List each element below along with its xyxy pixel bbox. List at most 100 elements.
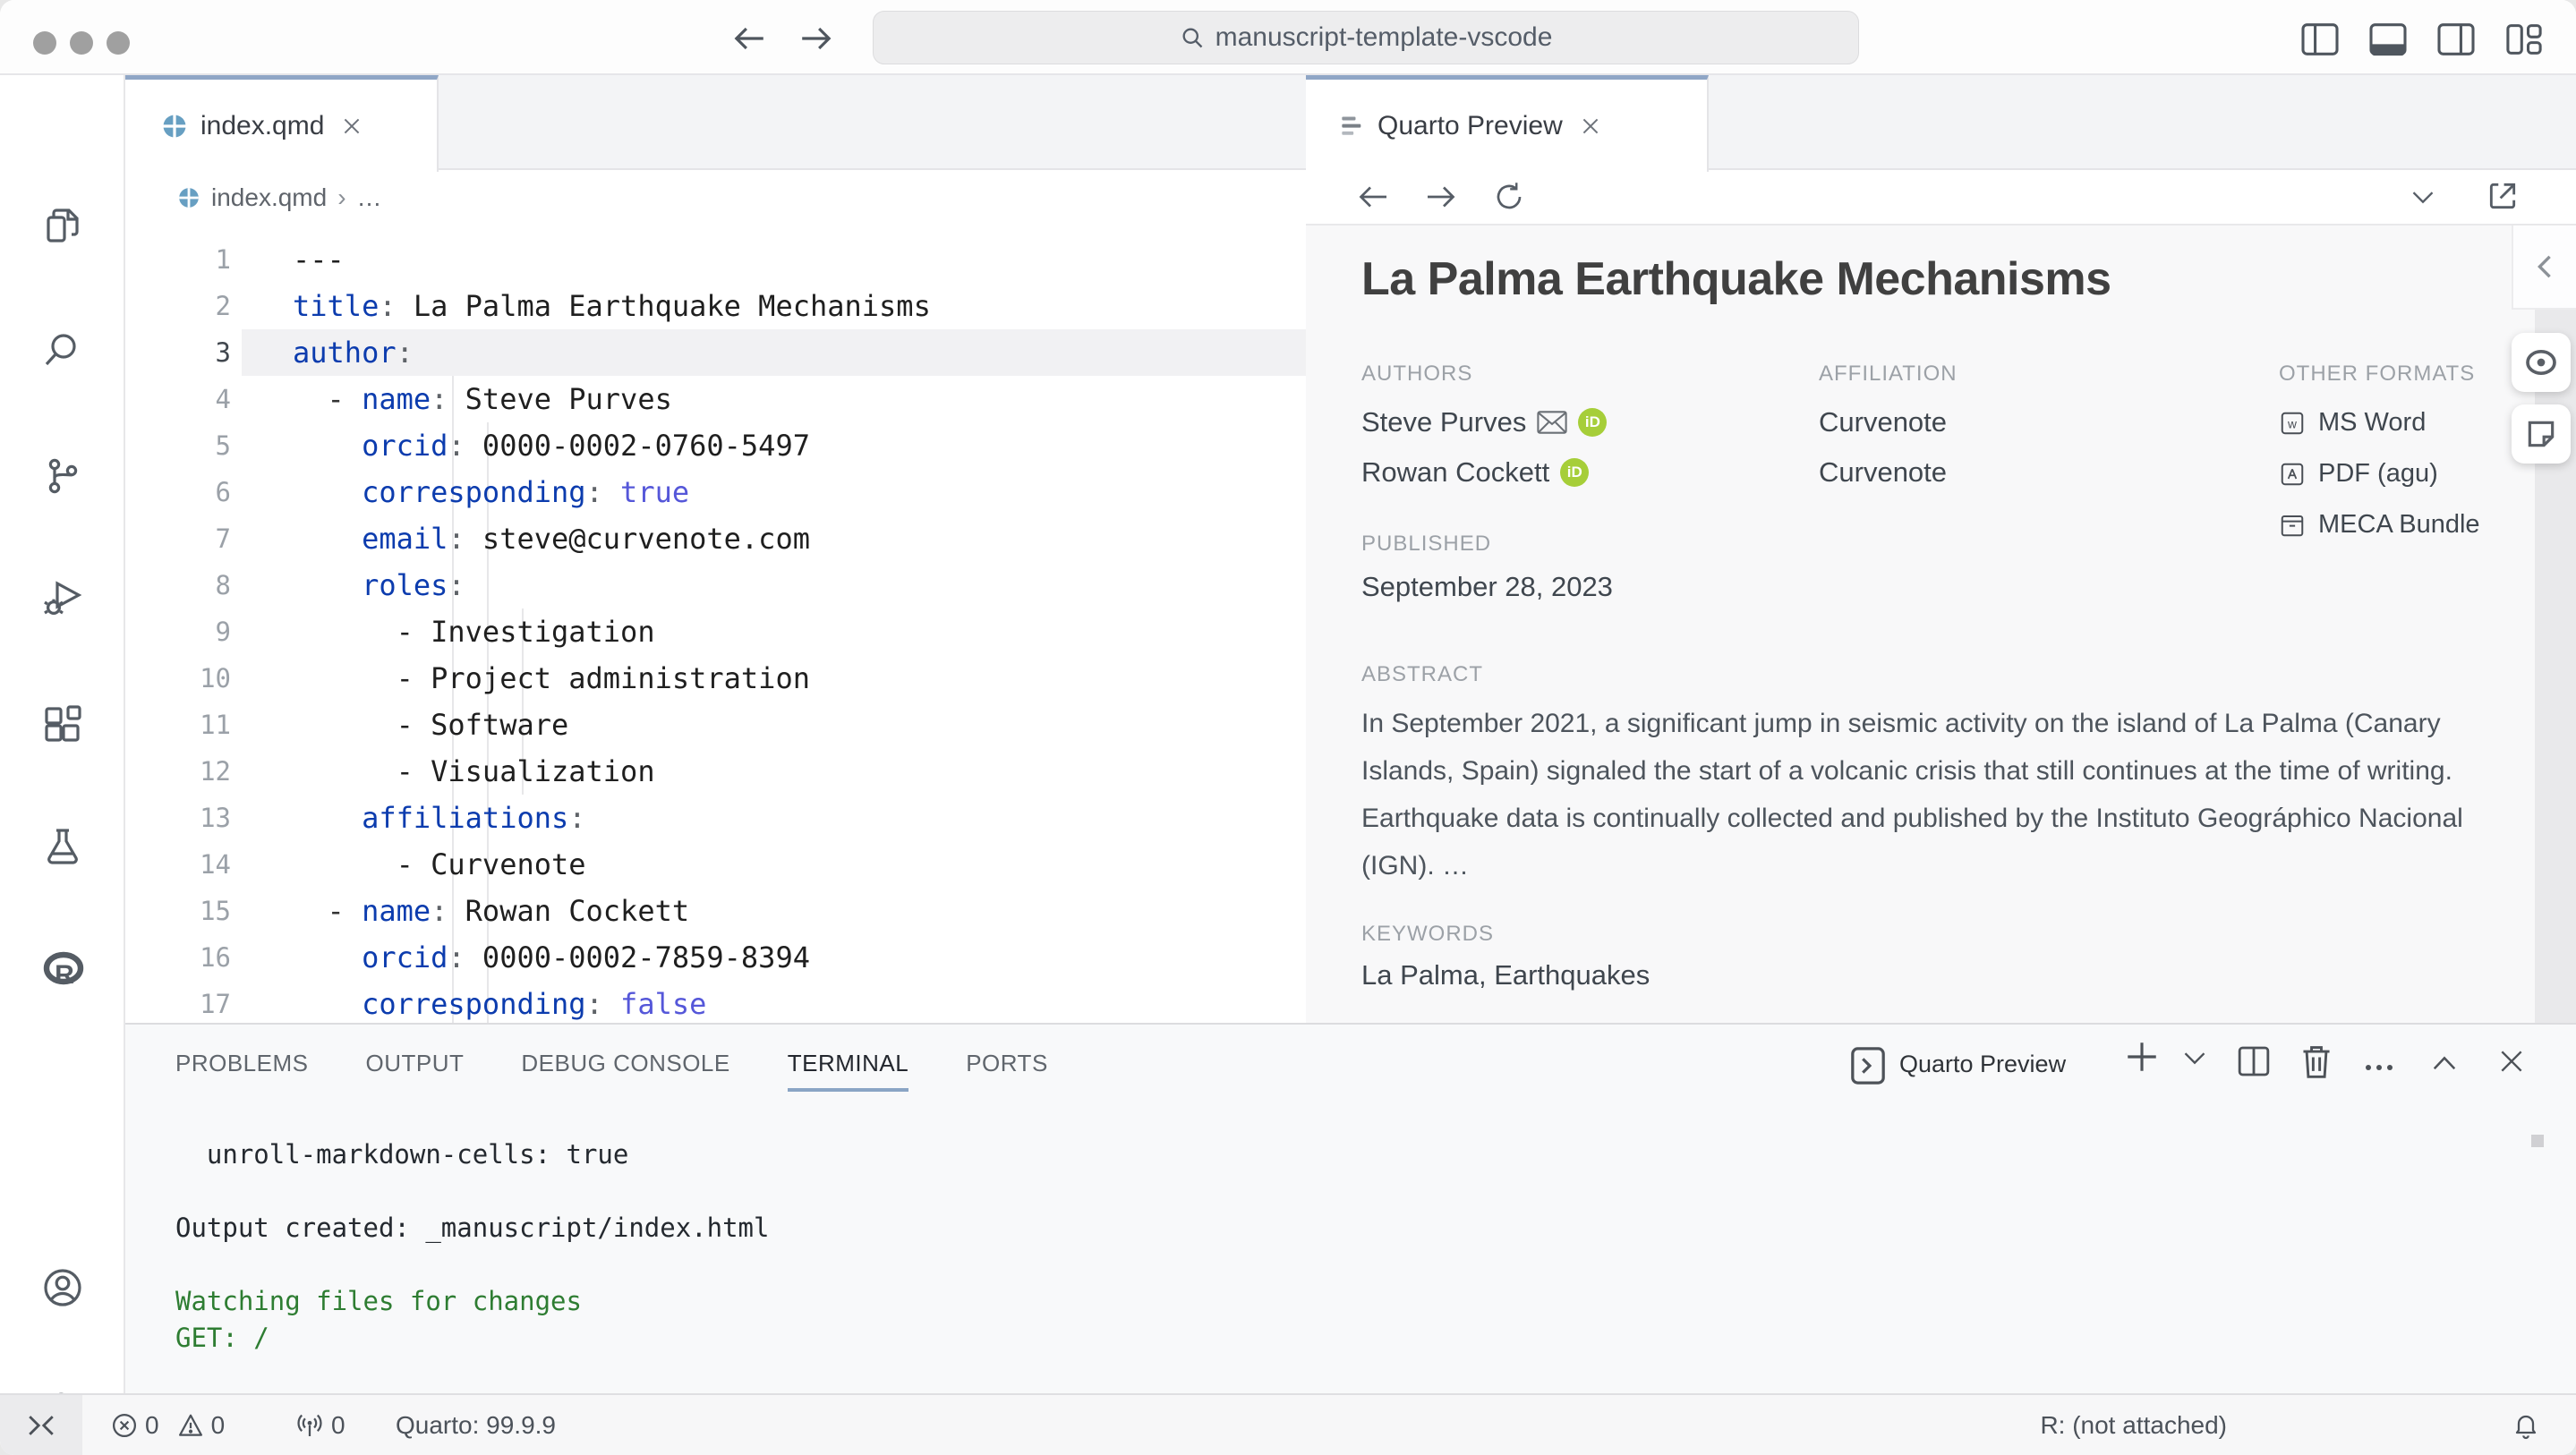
quarto-file-icon [161, 113, 188, 140]
panel-tab-debug-console[interactable]: DEBUG CONSOLE [521, 1050, 729, 1077]
open-external-icon[interactable] [2486, 179, 2520, 213]
format-link[interactable]: PDF (agu) [2279, 448, 2480, 499]
affiliation-label: AFFILIATION [1819, 362, 1958, 387]
code-line[interactable]: 4 - name: Steve Purves [125, 376, 1306, 422]
published-label: PUBLISHED [1361, 532, 1491, 557]
code-line[interactable]: 14 - Curvenote [125, 841, 1306, 888]
code-line[interactable]: 16 orcid: 0000-0002-7859-8394 [125, 934, 1306, 981]
close-icon[interactable] [1579, 115, 1602, 138]
r-status[interactable]: R: (not attached) [2040, 1395, 2227, 1455]
close-icon[interactable] [340, 115, 363, 138]
orcid-icon[interactable]: iD [1578, 408, 1607, 437]
code-line[interactable]: 2title: La Palma Earthquake Mechanisms [125, 283, 1306, 329]
r-lang-icon[interactable]: R [41, 949, 86, 991]
meca-icon [2279, 512, 2306, 539]
search-label: manuscript-template-vscode [1215, 22, 1553, 53]
testing-icon[interactable] [41, 826, 84, 869]
highlight-tool-button[interactable] [2512, 333, 2571, 392]
history-back-icon[interactable] [732, 25, 766, 52]
breadcrumb-more[interactable]: … [357, 183, 382, 212]
extensions-icon[interactable] [41, 702, 84, 745]
code-line[interactable]: 12 - Visualization [125, 748, 1306, 795]
code-line[interactable]: 10 - Project administration [125, 655, 1306, 702]
code-line[interactable]: 8 roles: [125, 562, 1306, 608]
line-number: 9 [125, 617, 231, 647]
terminal-dropdown-chevron-icon[interactable] [2182, 1051, 2207, 1067]
new-terminal-icon[interactable] [2123, 1038, 2161, 1076]
code-line[interactable]: 17 corresponding: false [125, 981, 1306, 1023]
line-number: 12 [125, 756, 231, 787]
code-line[interactable]: 9 - Investigation [125, 608, 1306, 655]
notifications-bell[interactable] [2512, 1395, 2540, 1455]
maximize-panel-chevron-icon[interactable] [2431, 1054, 2458, 1072]
breadcrumb[interactable]: index.qmd › … [125, 170, 1306, 225]
remote-indicator[interactable] [0, 1395, 82, 1455]
format-label: MS Word [2318, 408, 2426, 438]
tab-quarto-preview[interactable]: Quarto Preview [1306, 75, 1709, 172]
panel-tab-ports[interactable]: PORTS [966, 1050, 1048, 1077]
close-panel-icon[interactable] [2497, 1047, 2526, 1076]
terminal-output[interactable]: unroll-markdown-cells: trueOutput create… [175, 1136, 769, 1357]
svg-text:R: R [55, 960, 74, 990]
history-forward-icon[interactable] [799, 25, 833, 52]
bell-icon [2512, 1411, 2540, 1440]
ports-count: 0 [331, 1411, 345, 1440]
code-line[interactable]: 6 corresponding: true [125, 469, 1306, 515]
quarto-preview-document: La Palma Earthquake Mechanisms AUTHORS A… [1306, 225, 2576, 1023]
window-minimize-button[interactable] [70, 31, 93, 55]
panel-tab-output[interactable]: OUTPUT [366, 1050, 465, 1077]
ports-status[interactable]: 0 [295, 1395, 345, 1455]
reload-icon[interactable] [1493, 181, 1525, 213]
code-line[interactable]: 1--- [125, 236, 1306, 283]
keywords-label: KEYWORDS [1361, 922, 1494, 947]
search-icon[interactable] [41, 329, 84, 372]
other-formats-list: wMS WordPDF (agu)MECA Bundle [2279, 397, 2480, 550]
title-bar: manuscript-template-vscode [0, 0, 2576, 75]
format-link[interactable]: wMS Word [2279, 397, 2480, 448]
warning-count: 0 [211, 1411, 226, 1440]
format-link[interactable]: MECA Bundle [2279, 499, 2480, 550]
code-line[interactable]: 3author: [125, 329, 1306, 376]
window-close-button[interactable] [33, 31, 56, 55]
split-terminal-icon[interactable] [2236, 1043, 2272, 1079]
breadcrumb-file[interactable]: index.qmd [211, 183, 327, 212]
terminal-instance-name[interactable]: Quarto Preview [1899, 1051, 2066, 1078]
code-line[interactable]: 11 - Software [125, 702, 1306, 748]
orcid-icon[interactable]: iD [1560, 458, 1589, 487]
toggle-primary-sidebar-icon[interactable] [2300, 22, 2340, 56]
affiliations-list: CurvenoteCurvenote [1819, 397, 1947, 498]
formats-label: OTHER FORMATS [2279, 362, 2475, 387]
run-debug-icon[interactable] [41, 576, 84, 619]
panel-tab-terminal[interactable]: TERMINAL [788, 1050, 908, 1077]
quarto-version-status[interactable]: Quarto: 99.9.9 [396, 1395, 556, 1455]
chevron-left-icon[interactable] [2534, 254, 2555, 279]
back-icon[interactable] [1357, 183, 1389, 211]
forward-icon[interactable] [1425, 183, 1457, 211]
files-icon[interactable] [41, 205, 84, 248]
panel-more-actions-icon[interactable] [2363, 1061, 2395, 1074]
annotation-tool-button[interactable] [2512, 404, 2571, 464]
tab-label: index.qmd [200, 111, 324, 141]
code-line[interactable]: 15 - name: Rowan Cockett [125, 888, 1306, 934]
panel-tab-problems[interactable]: PROBLEMS [175, 1050, 309, 1077]
customize-layout-icon[interactable] [2504, 22, 2544, 56]
code-line[interactable]: 7 email: steve@curvenote.com [125, 515, 1306, 562]
tab-index-qmd[interactable]: index.qmd [125, 75, 439, 172]
problems-status[interactable]: 0 0 [111, 1395, 225, 1455]
source-control-icon[interactable] [41, 455, 84, 498]
toggle-secondary-sidebar-icon[interactable] [2436, 22, 2476, 56]
kill-terminal-trash-icon[interactable] [2299, 1042, 2334, 1081]
code-line[interactable]: 5 orcid: 0000-0002-0760-5497 [125, 422, 1306, 469]
code-line[interactable]: 13 affiliations: [125, 795, 1306, 841]
account-icon[interactable] [41, 1266, 84, 1309]
toc-collapse-strip[interactable] [2512, 225, 2576, 310]
chevron-down-icon[interactable] [2410, 190, 2435, 206]
code-editor[interactable]: 1---2title: La Palma Earthquake Mechanis… [125, 225, 1306, 1023]
command-center-search[interactable]: manuscript-template-vscode [873, 11, 1859, 64]
window-zoom-button[interactable] [107, 31, 130, 55]
toggle-panel-icon[interactable] [2368, 22, 2408, 56]
email-envelope-icon[interactable] [1537, 411, 1567, 434]
terminal-line: Output created: _manuscript/index.html [175, 1210, 769, 1247]
panel-scrollbar-thumb[interactable] [2531, 1135, 2544, 1147]
activity-bar: R ⚙ [0, 75, 125, 1393]
